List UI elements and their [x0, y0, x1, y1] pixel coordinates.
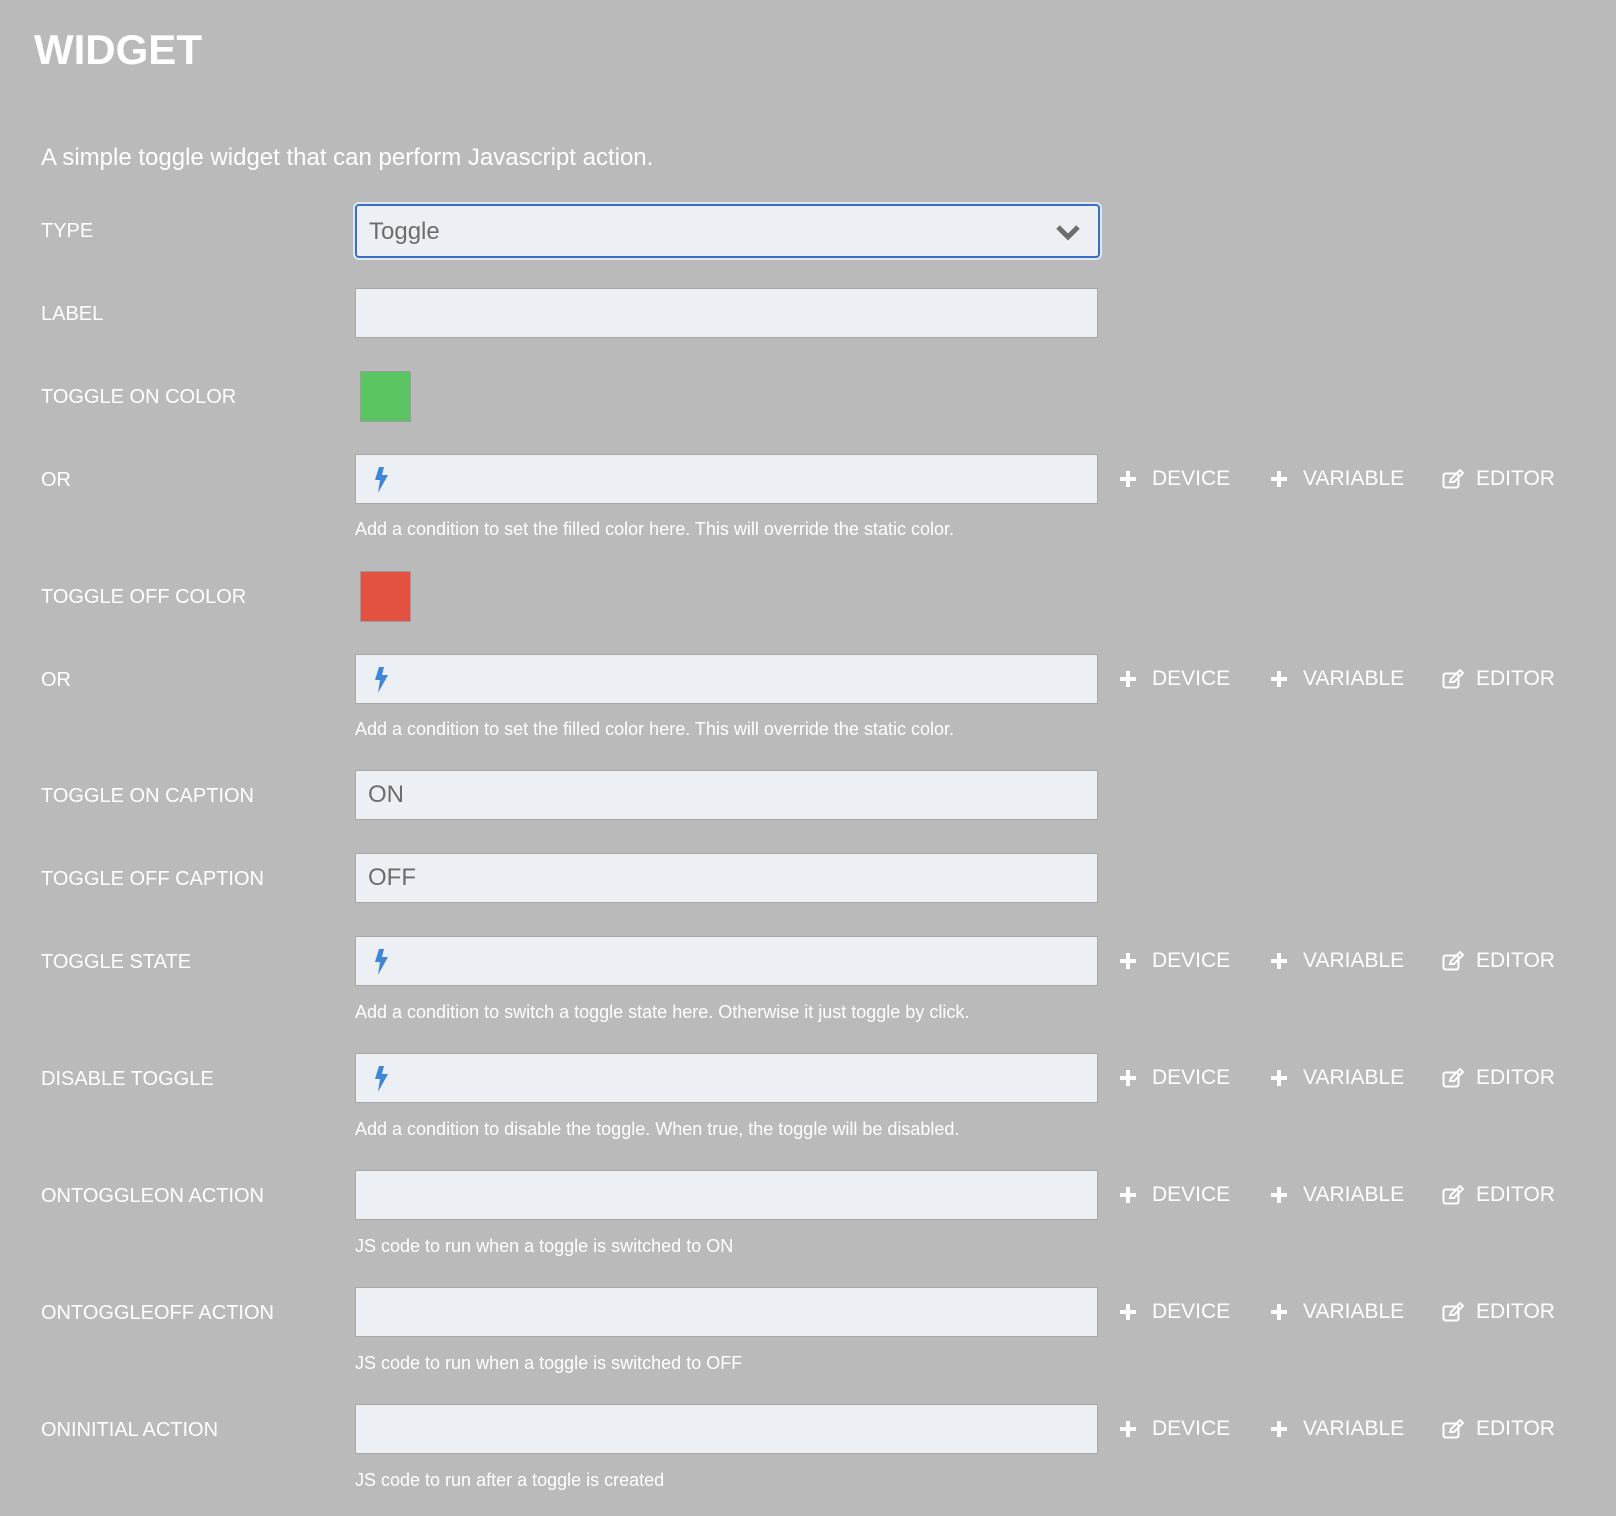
ontoggleon-action-label: ONTOGGLEON ACTION	[41, 1185, 264, 1207]
plus-icon	[1120, 1304, 1136, 1320]
on-color-help: Add a condition to set the filled color …	[355, 519, 954, 539]
editor-label: EDITOR	[1476, 949, 1555, 972]
editor-label: EDITOR	[1476, 1300, 1555, 1323]
ontoggleon-action-input[interactable]	[355, 1170, 1098, 1220]
variable-label: VARIABLE	[1303, 1066, 1405, 1089]
plus-icon	[1120, 1421, 1136, 1437]
disable-toggle-input[interactable]	[355, 1053, 1098, 1103]
device-label: DEVICE	[1152, 467, 1231, 490]
edit-icon	[1442, 1185, 1464, 1205]
type-select[interactable]: Toggle	[355, 204, 1100, 258]
toggle-off-caption-input[interactable]: OFF	[355, 853, 1098, 903]
type-label: TYPE	[41, 220, 94, 242]
bolt-icon	[375, 949, 388, 975]
plus-icon	[1120, 671, 1136, 687]
editor-label: EDITOR	[1476, 667, 1555, 690]
variable-label: VARIABLE	[1303, 467, 1405, 490]
ontoggleon-action-help: JS code to run when a toggle is switched…	[355, 1236, 734, 1256]
page-title: WIDGET	[34, 26, 202, 73]
device-label: DEVICE	[1152, 949, 1231, 972]
plus-icon	[1271, 1187, 1287, 1203]
ontoggleoff-action-help: JS code to run when a toggle is switched…	[355, 1353, 743, 1373]
edit-icon	[1442, 669, 1464, 689]
variable-label: VARIABLE	[1303, 667, 1405, 690]
device-label: DEVICE	[1152, 1417, 1231, 1440]
bolt-icon	[375, 667, 388, 693]
toggle-state-label: TOGGLE STATE	[41, 951, 192, 973]
toggle-off-color-label: TOGGLE OFF COLOR	[41, 586, 247, 608]
toggle-off-caption-label: TOGGLE OFF CAPTION	[41, 868, 264, 890]
variable-label: VARIABLE	[1303, 949, 1405, 972]
editor-label: EDITOR	[1476, 1417, 1555, 1440]
toggle-state-help: Add a condition to switch a toggle state…	[355, 1002, 970, 1022]
device-label: DEVICE	[1152, 1066, 1231, 1089]
type-select-value: Toggle	[369, 218, 440, 245]
device-label: DEVICE	[1152, 1183, 1231, 1206]
label-label: LABEL	[41, 303, 104, 325]
toggle-on-caption-label: TOGGLE ON CAPTION	[41, 785, 254, 807]
plus-icon	[1271, 1421, 1287, 1437]
label-input[interactable]	[355, 288, 1098, 338]
edit-icon	[1442, 1419, 1464, 1439]
off-color-help: Add a condition to set the filled color …	[355, 719, 954, 739]
ontoggleoff-action-input[interactable]	[355, 1287, 1098, 1337]
disable-toggle-help: Add a condition to disable the toggle. W…	[355, 1119, 960, 1139]
edit-icon	[1442, 469, 1464, 489]
plus-icon	[1120, 471, 1136, 487]
widget-description: A simple toggle widget that can perform …	[41, 144, 654, 171]
plus-icon	[1271, 671, 1287, 687]
plus-icon	[1120, 1070, 1136, 1086]
toggle-off-color-swatch[interactable]	[360, 571, 411, 622]
chevron-down-icon	[1056, 225, 1080, 241]
plus-icon	[1271, 471, 1287, 487]
disable-toggle-label: DISABLE TOGGLE	[41, 1068, 214, 1090]
ontoggleoff-action-label: ONTOGGLEOFF ACTION	[41, 1302, 274, 1324]
plus-icon	[1271, 953, 1287, 969]
edit-icon	[1442, 1302, 1464, 1322]
variable-label: VARIABLE	[1303, 1183, 1405, 1206]
off-color-or-label: OR	[41, 669, 71, 691]
editor-label: EDITOR	[1476, 1066, 1555, 1089]
device-label: DEVICE	[1152, 1300, 1231, 1323]
toggle-on-caption-input[interactable]: ON	[355, 770, 1098, 820]
toggle-state-input[interactable]	[355, 936, 1098, 986]
device-label: DEVICE	[1152, 667, 1231, 690]
on-color-or-label: OR	[41, 469, 71, 491]
bolt-icon	[375, 1066, 388, 1092]
editor-label: EDITOR	[1476, 1183, 1555, 1206]
edit-icon	[1442, 951, 1464, 971]
off-color-condition-input[interactable]	[355, 654, 1098, 704]
toggle-on-color-label: TOGGLE ON COLOR	[41, 386, 237, 408]
plus-icon	[1120, 1187, 1136, 1203]
variable-label: VARIABLE	[1303, 1417, 1405, 1440]
on-color-condition-input[interactable]	[355, 454, 1098, 504]
editor-label: EDITOR	[1476, 467, 1555, 490]
oninitial-action-label: ONINITIAL ACTION	[41, 1419, 219, 1441]
toggle-on-color-swatch[interactable]	[360, 371, 411, 422]
variable-label: VARIABLE	[1303, 1300, 1405, 1323]
oninitial-action-help: JS code to run after a toggle is created	[355, 1470, 665, 1490]
plus-icon	[1120, 953, 1136, 969]
edit-icon	[1442, 1068, 1464, 1088]
plus-icon	[1271, 1304, 1287, 1320]
oninitial-action-input[interactable]	[355, 1404, 1098, 1454]
plus-icon	[1271, 1070, 1287, 1086]
bolt-icon	[375, 467, 388, 493]
